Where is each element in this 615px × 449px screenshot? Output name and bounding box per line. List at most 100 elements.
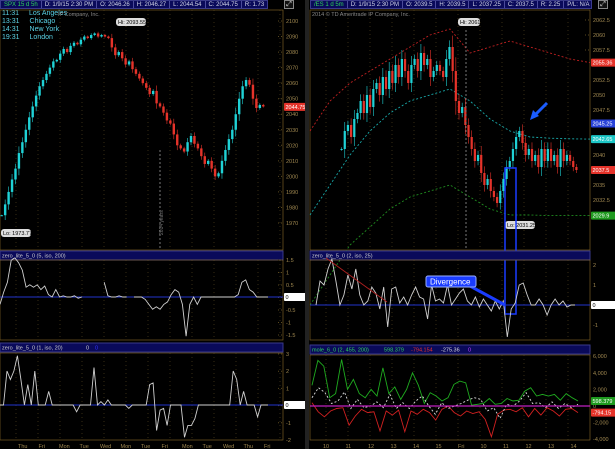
- indicator-header-field: 0: [95, 346, 98, 352]
- left-candle: [89, 34, 93, 39]
- indicator-header-field: 0: [468, 348, 471, 354]
- left-candle: [231, 129, 234, 140]
- right-price-badge: 2042.65: [593, 137, 613, 143]
- x-axis-label: 11: [503, 444, 509, 449]
- left-candle: [124, 58, 127, 65]
- price-tick-label: -1: [593, 323, 598, 329]
- right-candle: [527, 149, 530, 155]
- right-candle: [388, 71, 391, 89]
- left-candle: [172, 123, 176, 135]
- panel-frame: [309, 259, 591, 341]
- right-candle: [556, 155, 559, 167]
- price-tick-label: -2,000: [593, 421, 609, 427]
- left-candle: [24, 129, 28, 143]
- left-candle: [79, 39, 83, 45]
- left-candle: [62, 48, 65, 54]
- x-axis-label: Tue: [141, 444, 150, 449]
- left-candle: [237, 98, 241, 115]
- left-candle: [138, 73, 141, 79]
- price-tick-label: -1.5: [286, 333, 295, 339]
- right-candle: [419, 53, 423, 71]
- indicator-header-field: zero_lite_5_0 (2, iso, 25): [312, 254, 373, 260]
- price-tick-label: 2080: [286, 50, 298, 56]
- right-candle: [476, 155, 480, 161]
- right-candle: [568, 155, 572, 161]
- x-axis-label: 11: [346, 444, 352, 449]
- right-candle: [413, 59, 416, 65]
- mole-white-line: [311, 387, 579, 420]
- right-candle: [442, 71, 445, 77]
- left-candle: [241, 86, 244, 99]
- left-candle: [96, 33, 100, 37]
- x-axis-label: 13: [391, 444, 397, 449]
- right-candle: [562, 149, 565, 161]
- x-axis-label: Thu: [244, 444, 253, 449]
- left-candle: [34, 95, 38, 107]
- right-candle: [362, 101, 365, 113]
- right-candle: [511, 149, 515, 161]
- right-candle: [492, 191, 496, 197]
- right-candle: [375, 83, 378, 89]
- mole-red-badge: -794.15: [593, 411, 612, 417]
- right-candle: [537, 155, 540, 167]
- left-candle: [10, 179, 14, 192]
- price-tick-label: 2090: [286, 35, 298, 41]
- left-candle: [148, 87, 151, 95]
- right-candle: [543, 149, 546, 161]
- x-axis-label: 14: [413, 444, 419, 449]
- indicator-header-field: 0: [86, 346, 89, 352]
- x-axis-label: Fri: [39, 444, 45, 449]
- x-axis-label: 15: [436, 444, 442, 449]
- left-candle: [207, 160, 210, 164]
- right-candle: [340, 149, 343, 150]
- right-candle: [572, 161, 575, 167]
- right-candle: [470, 137, 473, 149]
- year-marker: 2014 years: [159, 210, 165, 235]
- right-candle: [508, 161, 511, 167]
- right-candle: [451, 47, 454, 71]
- chart-divider: [305, 0, 309, 449]
- left-candle: [28, 117, 31, 130]
- x-axis-label: 12: [526, 444, 532, 449]
- price-tick-label: 2057.5: [593, 48, 610, 54]
- price-tick-label: 2070: [286, 66, 298, 72]
- left-candle: [110, 38, 114, 48]
- callout-pointer: [469, 284, 506, 307]
- right-candle: [410, 65, 413, 83]
- price-tick-label: 2000: [286, 174, 298, 180]
- panel-frame: [0, 352, 284, 441]
- price-tick-label: 6,000: [593, 354, 607, 360]
- left-candle: [155, 90, 158, 104]
- price-tick-label: 2020: [286, 143, 298, 149]
- left-candle: [244, 80, 248, 87]
- left-candle: [7, 191, 10, 205]
- left-candle: [227, 139, 231, 150]
- price-tick-label: -1: [286, 421, 291, 427]
- indicator-header-field: -275.36: [441, 348, 460, 354]
- price-tick-label: 2100: [286, 19, 298, 25]
- left-candle: [210, 160, 213, 169]
- left-candle: [196, 143, 200, 149]
- left-candle: [120, 52, 124, 59]
- left-candle: [145, 83, 148, 88]
- left-candle: [224, 149, 227, 161]
- charts-canvas[interactable]: 2100209020802070206020502040203020202010…: [0, 0, 615, 449]
- x-axis-label: 13: [548, 444, 554, 449]
- right-candle: [549, 149, 553, 161]
- right-candle: [353, 119, 356, 137]
- x-axis-label: Fri: [264, 444, 270, 449]
- price-tick-label: 1: [286, 386, 289, 392]
- right-candle: [429, 59, 432, 77]
- x-axis-label: Mon: [182, 444, 193, 449]
- price-tick-label: 1970: [286, 221, 298, 227]
- left-candle: [182, 148, 186, 152]
- price-tick-label: 2030: [286, 128, 298, 134]
- price-tick-label: 2035: [593, 183, 605, 189]
- indicator-header-field: zero_lite_5_0 (1, iso, 20): [2, 346, 63, 352]
- left-candle: [86, 36, 89, 39]
- right-candle: [400, 59, 403, 77]
- left-candle: [234, 114, 237, 130]
- right-candle: [524, 143, 527, 155]
- left-candle: [31, 106, 34, 118]
- divergence-box: [504, 167, 517, 315]
